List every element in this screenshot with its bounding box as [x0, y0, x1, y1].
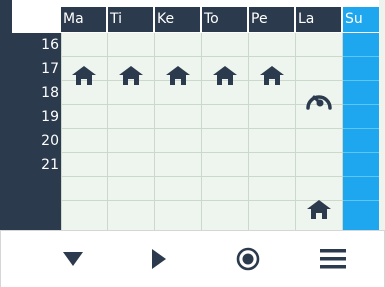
- left-sidebar-strip: [0, 0, 12, 230]
- hamburger-menu-icon: [320, 248, 346, 268]
- day-header-pe[interactable]: Pe: [249, 7, 296, 32]
- day-label: Su: [345, 11, 363, 27]
- grid-line: [343, 176, 379, 177]
- home-icon[interactable]: [258, 64, 286, 88]
- grid-line: [343, 128, 379, 129]
- day-label: La: [298, 11, 315, 27]
- grid-line: [343, 56, 379, 57]
- triangle-down-icon: [63, 251, 83, 266]
- home-icon[interactable]: [305, 198, 333, 222]
- day-header-ti[interactable]: Ti: [108, 7, 155, 32]
- grid-line: [61, 104, 343, 105]
- home-icon[interactable]: [164, 64, 192, 88]
- time-label-20: 20: [12, 129, 61, 153]
- grid-line: [61, 128, 343, 129]
- record-button[interactable]: [208, 230, 288, 287]
- scroll-down-button[interactable]: [33, 230, 113, 287]
- home-icon[interactable]: [70, 64, 98, 88]
- time-label-17: 17: [12, 57, 61, 81]
- day-header-la[interactable]: La: [296, 7, 343, 32]
- right-edge-strip: [379, 0, 385, 230]
- time-label-21: 21: [12, 153, 61, 230]
- target-icon: [236, 247, 260, 270]
- menu-button[interactable]: [293, 230, 373, 287]
- grid-line: [343, 152, 379, 153]
- day-header-ke[interactable]: Ke: [155, 7, 202, 32]
- grid-line: [61, 200, 343, 201]
- grid-line: [61, 152, 343, 153]
- play-icon: [152, 248, 166, 269]
- time-label-18: 18: [12, 81, 61, 105]
- time-label-16: 16: [12, 33, 61, 57]
- away-gauge-icon[interactable]: [305, 87, 333, 111]
- grid-line: [61, 56, 343, 57]
- time-label-19: 19: [12, 105, 61, 129]
- day-header-su[interactable]: Su: [343, 7, 379, 32]
- day-label: Ma: [63, 11, 84, 27]
- day-header-to[interactable]: To: [202, 7, 249, 32]
- play-button[interactable]: [119, 230, 199, 287]
- bottom-toolbar: [0, 230, 385, 287]
- grid-line: [343, 80, 379, 81]
- grid-line: [343, 104, 379, 105]
- day-label: To: [204, 11, 219, 27]
- day-header-ma[interactable]: Ma: [61, 7, 108, 32]
- grid-line: [343, 200, 379, 201]
- day-label: Ti: [110, 11, 123, 27]
- grid-line: [61, 176, 343, 177]
- grid-line: [61, 80, 343, 81]
- home-icon[interactable]: [211, 64, 239, 88]
- day-label: Ke: [157, 11, 175, 27]
- home-icon[interactable]: [117, 64, 145, 88]
- toolbar-border: [0, 230, 1, 287]
- day-label: Pe: [251, 11, 268, 27]
